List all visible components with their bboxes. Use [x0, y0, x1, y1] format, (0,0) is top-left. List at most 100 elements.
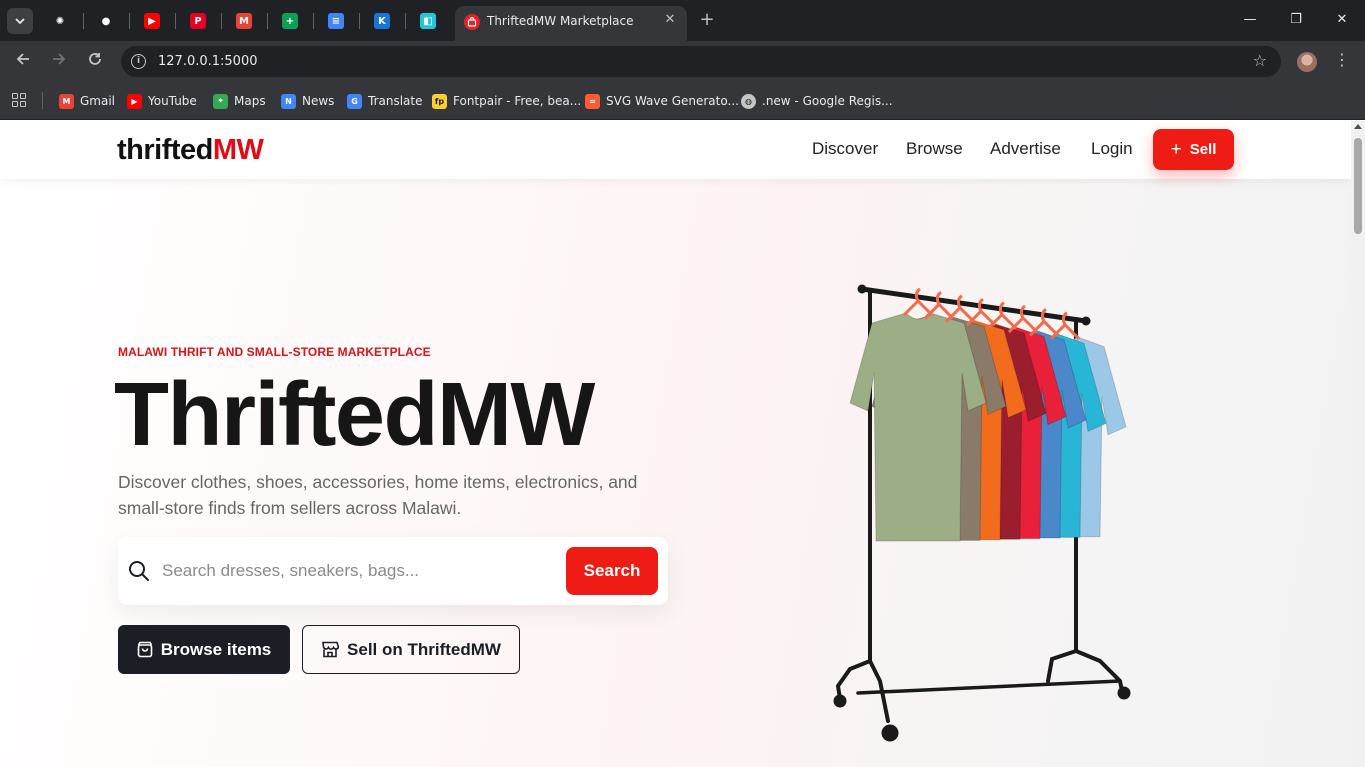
site-header: thriftedMW Discover Browse Advertise Log…	[0, 121, 1351, 179]
nav-browse[interactable]: Browse	[906, 139, 963, 159]
github-icon: ●	[101, 15, 111, 27]
bookmark-label: Fontpair - Free, bea...	[453, 94, 582, 108]
shopping-bag-icon	[464, 14, 480, 30]
youtube-icon: ▶	[144, 13, 160, 29]
bookmark-label: News	[302, 94, 335, 108]
site-info-icon[interactable]: i	[131, 54, 146, 69]
google-docs-icon: ≡	[328, 13, 344, 29]
tab-divider	[175, 13, 176, 29]
tab-divider	[221, 13, 222, 29]
sell-on-thriftedmw-button[interactable]: Sell on ThriftedMW	[302, 625, 520, 674]
bookmark-label: Translate	[368, 94, 423, 108]
bookmark-label: SVG Wave Generato...	[606, 94, 739, 108]
hero-eyebrow: MALAWI THRIFT AND SMALL-STORE MARKETPLAC…	[118, 345, 431, 359]
bookmark-item[interactable]: N News	[281, 92, 334, 110]
bookmark-item[interactable]: ≈ SVG Wave Generato...	[585, 92, 739, 110]
close-window-button[interactable]: ✕	[1330, 10, 1354, 30]
bookmark-label: YouTube	[148, 94, 197, 108]
active-tab[interactable]: ThriftedMW Marketplace ✕	[455, 6, 687, 41]
google-sheets-icon: +	[282, 13, 298, 29]
pinned-tab[interactable]: K	[369, 8, 395, 34]
pinterest-icon: P	[190, 13, 206, 29]
pinned-tab[interactable]: M	[231, 8, 257, 34]
bookmarks-bar: M Gmail ▶ YouTube ⌖ Maps N News G Translate fp Font…	[0, 81, 1365, 120]
browse-items-button[interactable]: Browse items	[118, 625, 290, 674]
fontpair-icon: fp	[432, 93, 447, 109]
back-button[interactable]	[11, 49, 35, 73]
openai-icon: ✺	[55, 15, 65, 27]
back-arrow-icon	[16, 53, 29, 65]
bookmark-item[interactable]: fp Fontpair - Free, bea...	[432, 92, 581, 110]
pinned-tab[interactable]: +	[277, 8, 303, 34]
restore-button[interactable]: ❐	[1284, 10, 1308, 30]
store-icon	[322, 641, 340, 658]
bookmark-star-icon[interactable]: ☆	[1253, 51, 1267, 70]
forward-arrow-icon	[53, 53, 66, 65]
scroll-up-arrow-icon[interactable]	[1354, 124, 1362, 129]
translate-icon: G	[347, 93, 362, 109]
minimize-button[interactable]: —	[1238, 10, 1262, 30]
news-icon: N	[281, 93, 296, 109]
scrollbar-thumb[interactable]	[1354, 138, 1362, 234]
hero-search-box: Search	[118, 537, 668, 605]
page-viewport: thriftedMW Discover Browse Advertise Log…	[0, 121, 1351, 767]
plus-icon: +	[1170, 139, 1182, 160]
globe-icon: ◍	[741, 93, 756, 109]
pinned-tab[interactable]: ●	[93, 8, 119, 34]
bookmark-item[interactable]: G Translate	[347, 92, 423, 110]
browser-menu-icon[interactable]: ⋮	[1334, 50, 1350, 69]
site-logo[interactable]: thriftedMW	[117, 134, 264, 167]
tab-divider	[129, 13, 130, 29]
profile-avatar[interactable]	[1297, 52, 1317, 72]
reload-button[interactable]	[83, 49, 107, 73]
apps-grid-icon[interactable]	[12, 93, 26, 107]
browse-items-label: Browse items	[160, 639, 272, 659]
chevron-down-icon	[15, 17, 25, 24]
search-input[interactable]	[162, 557, 542, 585]
tab-search-button[interactable]	[7, 8, 33, 34]
sell-on-label: Sell on ThriftedMW	[347, 639, 501, 659]
tab-divider	[83, 13, 84, 29]
youtube-icon: ▶	[127, 93, 142, 109]
search-icon	[129, 561, 149, 581]
app-icon: ◧	[420, 13, 436, 29]
tab-title: ThriftedMW Marketplace	[487, 14, 634, 28]
browser-toolbar: i 127.0.0.1:5000 ☆ ⋮	[0, 41, 1365, 81]
bookmark-item[interactable]: ▶ YouTube	[127, 92, 197, 110]
hero-title: ThriftedMW	[114, 365, 595, 465]
browser-tab-strip: ✺ ● ▶ P M + ≡ K ◧ ThriftedMW Marketplace ✕ + — ❐…	[0, 0, 1365, 41]
maps-icon: ⌖	[213, 93, 228, 109]
pinned-tab[interactable]: P	[185, 8, 211, 34]
hero-description: Discover clothes, shoes, accessories, ho…	[118, 472, 638, 518]
sell-button-label: Sell	[1189, 141, 1217, 158]
address-url[interactable]: 127.0.0.1:5000	[158, 54, 258, 69]
sell-button[interactable]: + Sell	[1153, 129, 1234, 170]
hanger	[902, 287, 934, 317]
nav-discover[interactable]: Discover	[812, 139, 878, 159]
close-tab-icon[interactable]: ✕	[662, 12, 678, 28]
search-button[interactable]: Search	[566, 547, 658, 595]
new-tab-button[interactable]: +	[696, 9, 718, 31]
bookmark-item[interactable]: ⌖ Maps	[213, 92, 266, 110]
address-bar[interactable]: i 127.0.0.1:5000 ☆	[121, 46, 1281, 77]
tab-divider	[359, 13, 360, 29]
tab-divider	[267, 13, 268, 29]
pinned-tab[interactable]: ≡	[323, 8, 349, 34]
pinned-tab[interactable]: ✺	[47, 8, 73, 34]
gmail-icon: M	[59, 93, 74, 109]
bookmark-label: .new - Google Regis...	[762, 94, 893, 108]
bookmark-item[interactable]: M Gmail	[59, 92, 115, 110]
shopping-bag-icon	[137, 641, 153, 658]
bookmark-item[interactable]: ◍ .new - Google Regis...	[741, 92, 893, 110]
page-scrollbar[interactable]	[1351, 121, 1365, 767]
pinned-tab[interactable]: ◧	[415, 8, 441, 34]
clothing-rack-image	[833, 284, 1131, 742]
forward-button[interactable]	[47, 49, 71, 73]
pinned-tab[interactable]: ▶	[139, 8, 165, 34]
gmail-icon: M	[236, 13, 252, 29]
nav-login[interactable]: Login	[1091, 139, 1133, 159]
reload-icon	[89, 53, 101, 65]
bookmark-label: Maps	[234, 94, 266, 108]
nav-advertise[interactable]: Advertise	[990, 139, 1061, 159]
tab-divider	[405, 13, 406, 29]
